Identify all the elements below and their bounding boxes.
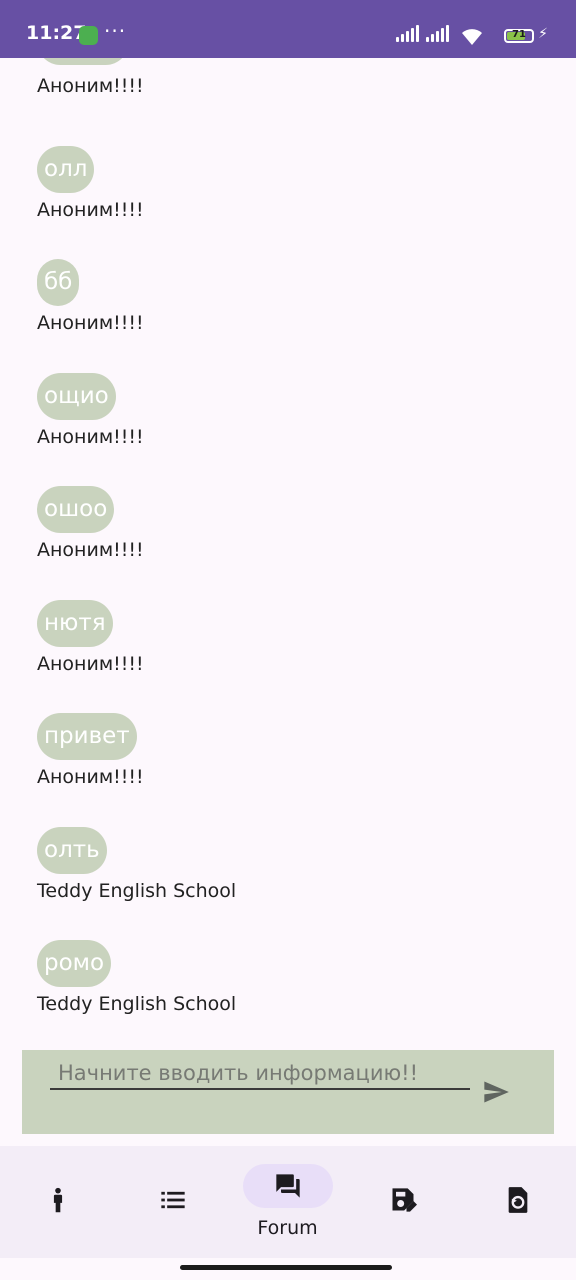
more-dots-icon: ··· [104, 19, 127, 43]
message-author: Аноним!!!! [37, 426, 144, 448]
status-time: 11:27 [26, 22, 87, 44]
nav-item-restore[interactable] [460, 1146, 575, 1258]
message-author: Аноним!!!! [37, 653, 144, 675]
list-icon [160, 1191, 185, 1209]
list-item: Аноним!!!! [37, 58, 144, 97]
message-author: Аноним!!!! [37, 312, 144, 334]
list-item: ощио Аноним!!!! [37, 373, 144, 448]
message-bubble: ромо [37, 940, 112, 987]
message-author: Teddy English School [37, 880, 237, 902]
message-input[interactable] [50, 1058, 470, 1090]
message-list[interactable]: Аноним!!!! олл Аноним!!!! бб Аноним!!!! … [0, 58, 576, 1038]
battery-icon: 71 [504, 29, 534, 43]
message-author: Аноним!!!! [37, 75, 144, 97]
save-edit-icon [392, 1188, 417, 1212]
message-bubble [37, 58, 129, 65]
message-bubble: ошоо [37, 486, 115, 533]
message-author: Аноним!!!! [37, 199, 144, 221]
nav-active-indicator [242, 1164, 333, 1208]
message-bubble: ощио [37, 373, 116, 420]
status-icons: 71 ⚡ [396, 24, 548, 46]
message-bubble: олть [37, 827, 107, 874]
forum-icon [275, 1174, 300, 1198]
home-indicator[interactable] [180, 1265, 392, 1270]
charging-bolt-icon: ⚡ [538, 26, 548, 42]
list-item: привет Аноним!!!! [37, 713, 144, 788]
list-item: олл Аноним!!!! [37, 146, 144, 221]
message-bubble: привет [37, 713, 137, 760]
signal-r-icon [426, 24, 450, 42]
battery-level: 71 [512, 29, 526, 40]
list-item: ромо Teddy English School [37, 940, 236, 1015]
message-author: Teddy English School [37, 993, 237, 1015]
nav-item-forum[interactable]: Forum [230, 1146, 345, 1258]
nav-label-forum: Forum [257, 1217, 318, 1239]
list-item: ошоо Аноним!!!! [37, 486, 144, 561]
message-bubble: нютя [37, 600, 113, 647]
signal-icon [396, 24, 420, 42]
bottom-navigation: Forum [0, 1146, 576, 1258]
message-author: Аноним!!!! [37, 539, 144, 561]
app-notification-icon [79, 26, 98, 45]
nav-item-profile[interactable] [0, 1146, 115, 1258]
nav-item-list[interactable] [115, 1146, 230, 1258]
person-icon [53, 1187, 62, 1213]
status-bar: 11:27 ··· 71 ⚡ [0, 0, 576, 58]
message-bubble: олл [37, 146, 95, 193]
send-icon[interactable] [480, 1078, 512, 1106]
list-item: нютя Аноним!!!! [37, 600, 144, 675]
list-item: бб Аноним!!!! [37, 259, 144, 334]
restore-file-icon [508, 1187, 527, 1213]
wifi-icon [462, 29, 482, 45]
message-bubble: бб [37, 259, 80, 306]
message-composer [22, 1050, 554, 1134]
message-author: Аноним!!!! [37, 766, 144, 788]
list-item: олть Teddy English School [37, 827, 236, 902]
nav-item-save-edit[interactable] [345, 1146, 460, 1258]
